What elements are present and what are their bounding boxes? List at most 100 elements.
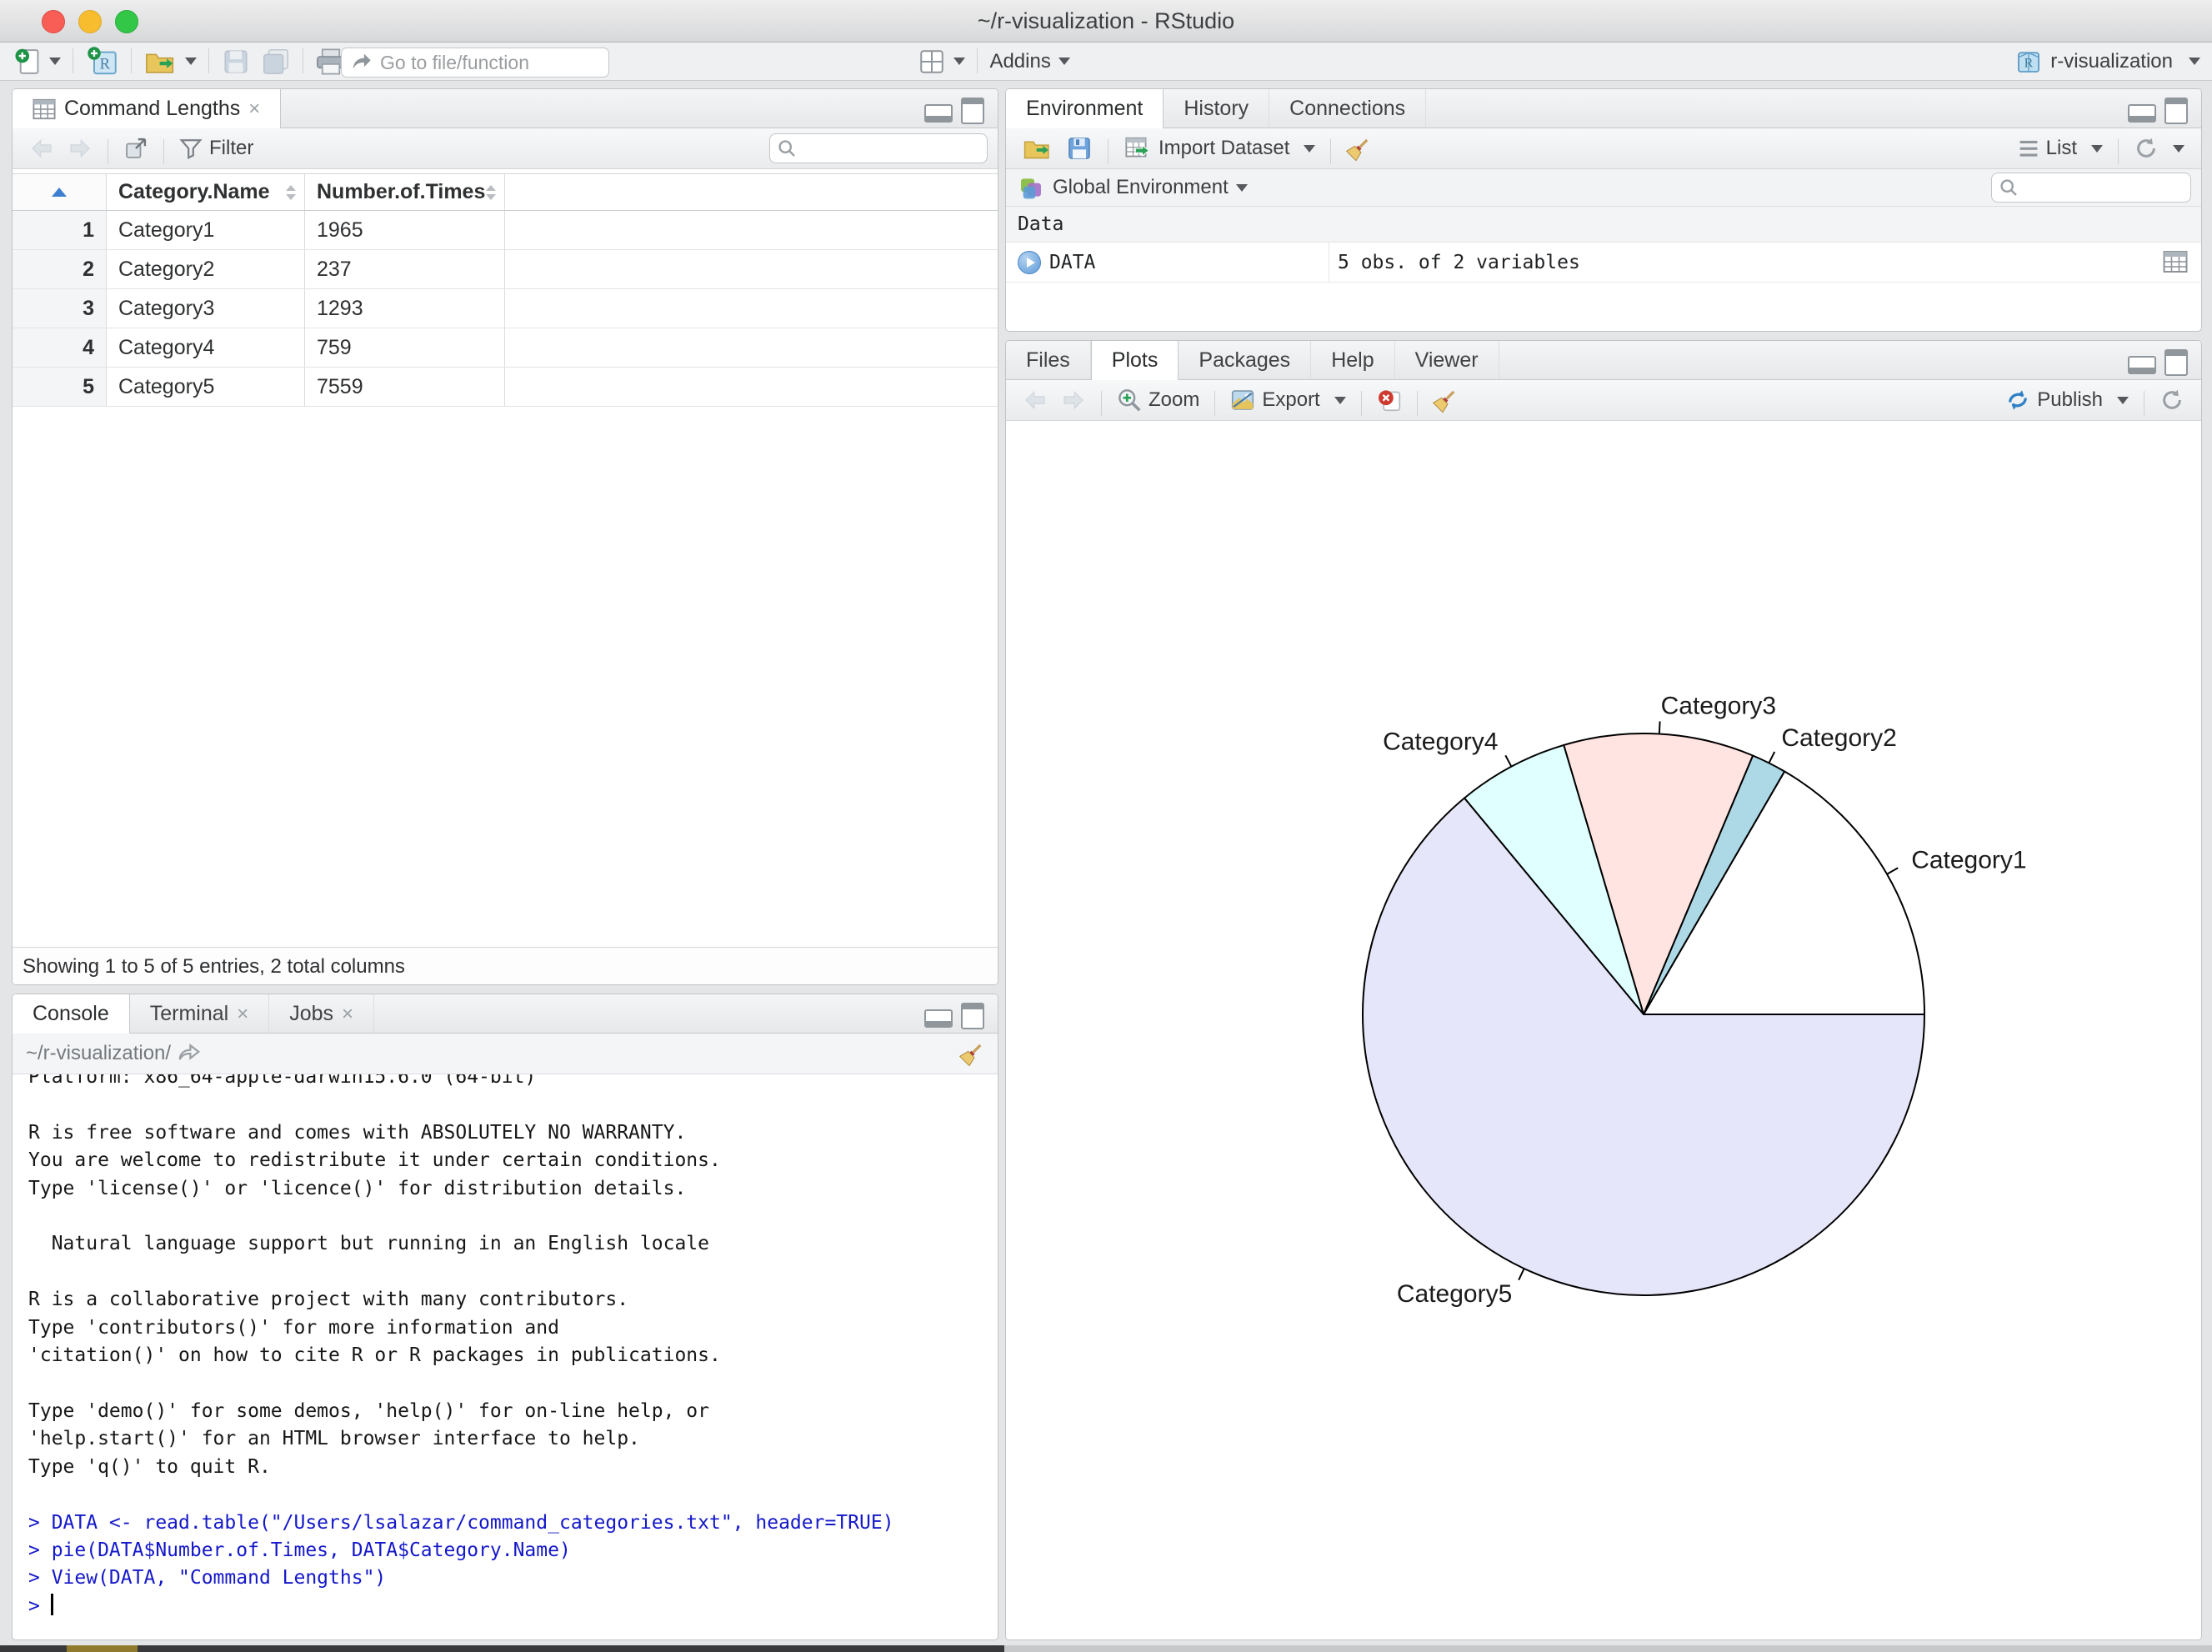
toolbar-separator: [131, 48, 133, 73]
next-plot-button[interactable]: [1054, 383, 1093, 417]
maximize-pane-icon[interactable]: [961, 98, 984, 124]
tab-jobs[interactable]: Jobs ×: [269, 994, 375, 1034]
tab-connections[interactable]: Connections: [1269, 89, 1427, 128]
column-header-category-name[interactable]: Category.Name: [107, 174, 305, 210]
project-name: r-visualization: [2050, 49, 2173, 73]
tab-label: Terminal: [149, 1002, 229, 1025]
pie-label-tick: [1886, 867, 1899, 875]
refresh-environment-button[interactable]: [2127, 132, 2191, 165]
view-object-button[interactable]: [2163, 249, 2188, 279]
category-name-cell: Category5: [107, 368, 305, 406]
tab-plots[interactable]: Plots: [1090, 341, 1179, 380]
forward-arrow-icon: [1063, 390, 1083, 410]
save-all-button[interactable]: [262, 43, 290, 80]
project-selector[interactable]: R r-visualization: [2015, 43, 2200, 80]
addins-menu[interactable]: Addins: [989, 43, 1070, 80]
minimize-pane-icon[interactable]: [924, 1009, 953, 1028]
plots-toolbar: Zoom Export Publish: [1006, 380, 2201, 421]
window-title: ~/r-visualization - RStudio: [977, 8, 1235, 33]
tab-command-lengths[interactable]: Command Lengths ×: [13, 89, 282, 128]
load-workspace-button[interactable]: [1016, 132, 1059, 165]
pane-layout-caret-icon: [953, 58, 965, 65]
environment-object-row[interactable]: DATA 5 obs. of 2 variables: [1006, 243, 2201, 283]
console-output-line: Type 'q()' to quit R.: [28, 1455, 271, 1478]
console-output: Platform: x86_64-apple-darwin15.6.0 (64-…: [13, 1074, 998, 1639]
zoom-plot-button[interactable]: Zoom: [1110, 383, 1206, 417]
filter-button[interactable]: Filter: [173, 132, 260, 165]
import-dataset-label: Import Dataset: [1159, 137, 1290, 159]
remove-plot-button[interactable]: [1370, 383, 1409, 417]
nav-forward-button[interactable]: [61, 132, 99, 165]
expand-object-icon[interactable]: [1018, 250, 1041, 274]
display-mode-button[interactable]: List: [2011, 132, 2109, 165]
publish-plot-button[interactable]: Publish: [1999, 383, 2135, 417]
data-table: Category.Name Number.of.Times 1 Category1…: [13, 173, 998, 407]
console-input-line: > pie(DATA$Number.of.Times, DATA$Categor…: [28, 1539, 571, 1561]
minimize-window-button[interactable]: [78, 10, 102, 33]
pane-layout-button[interactable]: [918, 43, 965, 80]
column-header-number-of-times[interactable]: Number.of.Times: [305, 174, 505, 210]
save-icon: [224, 49, 248, 73]
desktop-edge-strip: [0, 1645, 2212, 1652]
tab-label: Command Lengths: [64, 97, 241, 120]
scope-label[interactable]: Global Environment: [1053, 176, 1229, 199]
maximize-pane-icon[interactable]: [961, 1003, 984, 1029]
tab-packages[interactable]: Packages: [1179, 341, 1312, 380]
console-working-dir-row: ~/r-visualization/: [13, 1034, 998, 1074]
tab-environment[interactable]: Environment: [1006, 89, 1164, 128]
import-dataset-caret-icon: [1304, 144, 1316, 153]
refresh-icon: [2137, 138, 2155, 158]
tab-label: Packages: [1199, 348, 1291, 372]
minimize-pane-icon[interactable]: [2128, 104, 2156, 123]
tab-label: Viewer: [1414, 348, 1479, 372]
tab-console[interactable]: Console: [13, 994, 130, 1034]
previous-plot-button[interactable]: [1016, 383, 1054, 417]
save-button[interactable]: [222, 43, 250, 80]
filter-label: Filter: [209, 137, 254, 159]
nav-back-button[interactable]: [23, 132, 61, 165]
pie-label-tick: [1504, 754, 1513, 768]
tab-files[interactable]: Files: [1006, 341, 1091, 380]
tab-terminal[interactable]: Terminal ×: [130, 994, 270, 1034]
zoom-window-button[interactable]: [115, 10, 138, 33]
export-plot-button[interactable]: Export: [1224, 383, 1352, 417]
new-file-button[interactable]: [13, 43, 61, 80]
new-project-button[interactable]: R: [86, 43, 119, 80]
goto-directory-icon[interactable]: [178, 1043, 201, 1064]
pie-label-Category3: Category3: [1661, 692, 1776, 719]
tab-history[interactable]: History: [1164, 89, 1270, 128]
open-file-button[interactable]: [144, 43, 197, 80]
maximize-pane-icon[interactable]: [2164, 98, 2188, 124]
toolbar-separator: [1108, 138, 1109, 164]
console-output-line: Type 'license()' or 'licence()' for dist…: [28, 1177, 687, 1199]
title-bar: ~/r-visualization - RStudio: [0, 0, 2212, 43]
addins-caret-icon: [1058, 58, 1070, 65]
console-output-line: 'citation()' on how to cite R or R packa…: [28, 1344, 721, 1367]
console-input-line: >: [28, 1593, 998, 1620]
save-workspace-button[interactable]: [1059, 132, 1099, 165]
tab-help[interactable]: Help: [1311, 341, 1395, 380]
close-tab-icon[interactable]: ×: [342, 1004, 353, 1024]
tab-viewer[interactable]: Viewer: [1395, 341, 1499, 380]
minimize-pane-icon[interactable]: [924, 104, 953, 123]
close-tab-icon[interactable]: ×: [248, 98, 260, 119]
console-output-line: 'help.start()' for an HTML browser inter…: [28, 1428, 640, 1450]
clear-console-broom-icon[interactable]: [959, 1041, 984, 1066]
table-search-input[interactable]: [802, 137, 947, 160]
minimize-pane-icon[interactable]: [2128, 356, 2156, 374]
refresh-plot-button[interactable]: [2153, 383, 2191, 417]
pie-label-Category4: Category4: [1383, 728, 1498, 755]
clear-all-plots-button[interactable]: [1426, 383, 1464, 417]
close-window-button[interactable]: [42, 10, 65, 33]
row-number-header[interactable]: [13, 174, 107, 210]
console-output-line: Platform: x86_64-apple-darwin15.6.0 (64-…: [28, 1074, 537, 1088]
table-header-row: Category.Name Number.of.Times: [13, 173, 998, 211]
import-dataset-button[interactable]: Import Dataset: [1117, 132, 1322, 165]
goto-file-input[interactable]: [378, 50, 573, 75]
close-tab-icon[interactable]: ×: [237, 1004, 248, 1024]
environment-search-input[interactable]: [2024, 176, 2169, 199]
popout-window-button[interactable]: [117, 132, 155, 165]
maximize-pane-icon[interactable]: [2164, 349, 2188, 376]
clear-environment-button[interactable]: [1339, 132, 1378, 165]
